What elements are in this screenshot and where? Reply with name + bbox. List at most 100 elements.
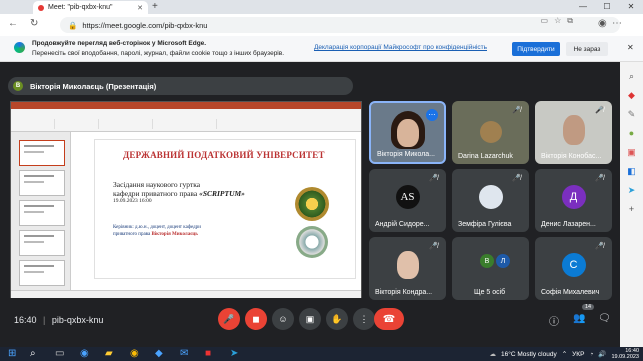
mic-toggle-button[interactable]: 🎤 [218,308,240,330]
collections-icon[interactable]: ⧉ [567,16,573,26]
volume-icon[interactable]: 🔊 [598,350,606,358]
back-icon[interactable]: ← [8,18,18,29]
slide-line-2: кафедри приватного права «SCRIPTUM» [113,189,245,198]
mic-off-icon: 🎤̸ [595,243,604,250]
participant-face [396,119,419,147]
tools-icon[interactable]: ✎ [628,108,636,120]
participant-name: Денис Лазарен... [541,221,596,228]
telegram-icon[interactable]: ➤ [628,184,636,196]
participant-name: Darina Lazarchuk [458,153,513,160]
chrome-icon[interactable]: ◉ [130,348,139,359]
edge-icon[interactable]: ◉ [80,348,89,359]
participant-tile[interactable]: Д 🎤̸ Денис Лазарен... [535,169,612,232]
profile-icon[interactable]: ◉ [598,18,607,29]
slide-thumb[interactable] [19,170,65,196]
people-icon[interactable]: 👥 [573,313,585,324]
participant-tile[interactable]: 🎤̸ Вікторія Конобас... [535,101,612,164]
ppt-status-bar [11,290,361,298]
tab-title: Meet: "pib-qxbx-knu" [48,4,113,11]
participant-avatar: С [561,252,586,277]
participant-avatar: AS [395,184,420,209]
camera-toggle-button[interactable]: ◼ [245,308,267,330]
window-controls: — ☐ ✕ [571,0,643,14]
more-options-button[interactable]: ⋮ [353,308,375,330]
notice-title: Продовжуйте перегляд веб-сторінок у Micr… [32,40,207,47]
participant-name: Вікторія Микола... [377,151,436,158]
more-menu-icon[interactable]: ⋯ [612,18,622,29]
participant-name: Андрій Сидоре... [375,221,430,228]
participant-avatar: Л [496,254,510,268]
slide-date: 19.09.2023 16:00 [113,198,152,204]
not-now-button[interactable]: Не зараз [566,42,608,56]
privacy-link[interactable]: Декларація корпорації Майкрософт про кон… [314,44,487,51]
ribbon-group-2 [59,119,99,129]
slide-thumb[interactable] [19,230,65,256]
raise-hand-button[interactable]: ✋ [326,308,348,330]
url-field[interactable]: 🔒 https://meet.google.com/pib-qxbx-knu [60,17,620,33]
telegram-icon[interactable]: ➤ [230,348,238,359]
file-explorer-icon[interactable]: ▰ [105,348,113,359]
close-notice-icon[interactable]: ✕ [627,43,634,52]
network-icon[interactable]: ◔ [589,351,593,358]
participant-avatar-photo [478,184,503,209]
department-seal-icon [296,226,328,258]
office-icon[interactable]: ▣ [627,146,636,158]
games-icon[interactable]: ● [629,127,634,139]
close-tab-icon[interactable]: ✕ [137,4,143,12]
mic-off-icon: 🎤̸ [512,107,521,114]
favorite-star-icon[interactable]: ☆ [554,16,561,26]
participant-tile[interactable]: ⋯ Вікторія Микола... [369,101,446,164]
minimize-button[interactable]: — [571,0,595,14]
end-call-button[interactable]: ☎ [374,308,404,330]
edge-sidebar: ⌕ ◆ ✎ ● ▣ ◧ ➤ + [620,62,643,347]
close-window-button[interactable]: ✕ [619,0,643,14]
tray-arrow-icon[interactable]: ⌃ [562,350,567,358]
confirm-button[interactable]: Підтвердити [512,42,560,56]
participant-name: Вікторія Кондра... [375,289,433,296]
slide-thumb[interactable] [19,260,65,286]
add-icon[interactable]: + [629,203,634,215]
participant-tile[interactable]: С 🎤̸ Софія Михалевич [535,237,612,300]
slide-thumbnails [11,132,71,290]
present-button[interactable]: ▣ [299,308,321,330]
slide-thumb[interactable] [19,140,65,166]
store-icon[interactable]: ◆ [155,348,163,359]
participant-tile[interactable]: AS 🎤̸ Андрій Сидоре... [369,169,446,232]
maximize-button[interactable]: ☐ [595,0,619,14]
mail-icon[interactable]: ✉ [180,348,188,359]
powerpoint-ribbon [11,102,361,132]
task-view-icon[interactable]: ▭ [55,348,64,359]
url-actions: ▭ ☆ ⧉ [541,16,573,26]
info-icon[interactable]: ⓘ [549,313,559,328]
chat-icon[interactable]: 🗨 [598,313,611,324]
shared-presentation: ДЕРЖАВНИЙ ПОДАТКОВИЙ УНІВЕРСИТЕТ Засідан… [10,101,362,298]
app-icon[interactable]: ■ [205,348,211,359]
mic-off-icon: 🎤̸ [429,175,438,182]
participant-tile[interactable]: 🎤̸ Вікторія Кондра... [369,237,446,300]
participant-tile[interactable]: 🎤̸ Darina Lazarchuk [452,101,529,164]
refresh-icon[interactable]: ↻ [30,18,38,29]
participant-name: Софія Михалевич [541,289,600,296]
emoji-button[interactable]: ☺ [272,308,294,330]
clock[interactable]: 16:40 19.09.2023 [611,348,639,360]
outlook-icon[interactable]: ◧ [627,165,636,177]
participant-video [396,251,419,279]
meeting-info: 16:40 | pib-qxbx-knu [14,315,104,325]
tag-icon[interactable]: ◆ [628,89,635,101]
windows-start-icon[interactable]: ⊞ [8,348,16,359]
participant-tile[interactable]: 🎤̸ Земфіра Гулієва [452,169,529,232]
more-options-icon[interactable]: ⋯ [426,109,438,121]
slide-thumb[interactable] [19,200,65,226]
ribbon-titlebar [11,102,361,109]
university-seal-icon [295,187,329,221]
participant-name: Вікторія Конобас... [541,153,602,160]
new-tab-button[interactable]: + [152,1,158,12]
more-participants-tile[interactable]: В Л Ще 5 осіб [452,237,529,300]
language-indicator[interactable]: УКР [572,351,584,358]
browser-tab-meet[interactable]: Meet: "pib-qxbx-knu" ✕ [33,1,148,14]
search-icon[interactable]: ⌕ [629,70,634,82]
search-icon[interactable]: ⌕ [30,348,36,359]
weather-icon: ☁ [489,351,497,358]
browser-tab-bar: Meet: "pib-qxbx-knu" ✕ + — ☐ ✕ [0,0,643,14]
screen-share-icon[interactable]: ▭ [541,16,549,26]
